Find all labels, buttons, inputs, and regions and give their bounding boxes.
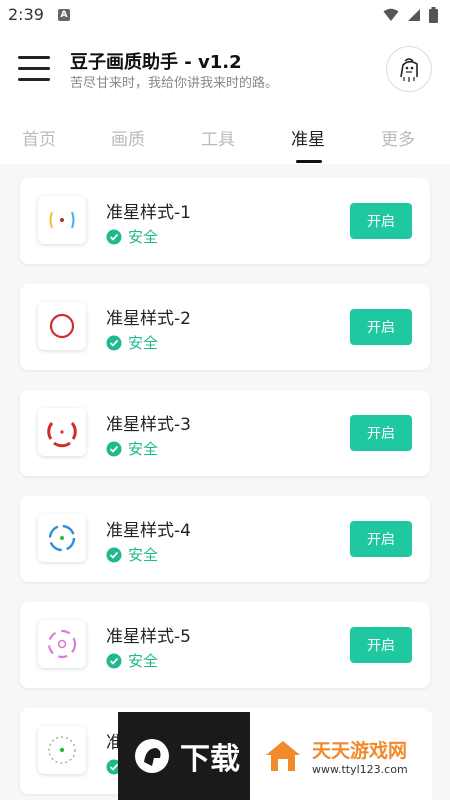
tab-bar: 首页 画质 工具 准星 更多 — [0, 108, 450, 164]
shield-check-icon — [106, 547, 122, 562]
safe-label: 安全 — [128, 546, 159, 564]
safe-badge: 安全 — [106, 332, 158, 353]
crosshair-thumb — [38, 620, 86, 668]
safe-badge: 安全 — [106, 650, 158, 671]
signal-icon — [408, 9, 420, 21]
bracket-crosshair-icon — [49, 211, 75, 229]
list-item: 准星样式-3 安全 开启 — [20, 390, 430, 476]
safe-label: 安全 — [128, 652, 159, 670]
tab-home[interactable]: 首页 — [22, 125, 56, 150]
enable-button[interactable]: 开启 — [350, 203, 412, 239]
crosshair-thumb — [38, 514, 86, 562]
tab-quality[interactable]: 画质 — [111, 125, 145, 150]
safe-badge: 安全 — [106, 438, 158, 459]
tab-indicator — [296, 160, 322, 163]
item-title: 准星样式-5 — [106, 627, 191, 647]
enable-button[interactable]: 开启 — [350, 521, 412, 557]
safe-badge: 安全 — [106, 544, 158, 565]
dotted-ring-crosshair-icon — [48, 736, 76, 764]
house-logo-icon — [266, 741, 300, 771]
bird-logo-icon — [135, 739, 169, 773]
crosshair-list: 准星样式-1 安全 开启 准星样式-2 安全 开启 准星样式-3 安全 开启 准… — [0, 164, 450, 800]
shield-check-icon — [106, 441, 122, 456]
safe-badge: 安全 — [106, 226, 158, 247]
tab-crosshair[interactable]: 准星 — [291, 125, 325, 150]
watermark-right: 天天游戏网 www.ttyl123.com — [250, 712, 432, 800]
list-item: 准星样式-1 安全 开启 — [20, 178, 430, 264]
status-time: 2:39 — [8, 5, 44, 24]
shield-check-icon — [106, 229, 122, 244]
watermark-url: www.ttyl123.com — [312, 763, 408, 776]
dashed-ring-crosshair-icon — [47, 629, 77, 659]
list-item: 准星样式-2 安全 开启 — [20, 284, 430, 370]
arc-crosshair-icon — [47, 422, 77, 448]
enable-button[interactable]: 开启 — [350, 309, 412, 345]
app-subtitle: 苦尽甘来时，我给你讲我来时的路。 — [70, 76, 279, 91]
item-title: 准星样式-2 — [106, 309, 191, 329]
watermark-site-name: 天天游戏网 — [312, 740, 408, 762]
crosshair-thumb — [38, 408, 86, 456]
menu-button[interactable] — [18, 56, 50, 81]
item-title: 准星样式-1 — [106, 203, 191, 223]
enable-button[interactable]: 开启 — [350, 627, 412, 663]
avatar[interactable] — [386, 46, 432, 92]
crosshair-thumb — [38, 196, 86, 244]
menu-icon — [18, 56, 50, 59]
shield-check-icon — [106, 653, 122, 668]
segmented-ring-crosshair-icon — [48, 524, 76, 552]
list-item: 准星样式-4 安全 开启 — [20, 496, 430, 582]
crosshair-thumb — [38, 726, 86, 774]
watermark-site: 天天游戏网 www.ttyl123.com — [312, 736, 408, 776]
ring-crosshair-icon — [49, 313, 75, 339]
watermark-left: 下载 — [118, 712, 250, 800]
item-title: 准星样式-3 — [106, 415, 191, 435]
app-header: 豆子画质助手 - v1.2 苦尽甘来时，我给你讲我来时的路。 — [0, 30, 450, 108]
app-title: 豆子画质助手 - v1.2 — [70, 52, 242, 73]
item-title: 准星样式-4 — [106, 521, 191, 541]
crosshair-thumb — [38, 302, 86, 350]
tab-tools[interactable]: 工具 — [201, 125, 235, 150]
safe-label: 安全 — [128, 228, 159, 246]
status-icons — [383, 7, 438, 23]
status-bar: 2:39 A — [0, 0, 450, 30]
list-item: 准星样式-5 安全 开启 — [20, 602, 430, 688]
tab-more[interactable]: 更多 — [381, 125, 415, 150]
notification-icon: A — [58, 9, 70, 21]
safe-label: 安全 — [128, 334, 159, 352]
enable-button[interactable]: 开启 — [350, 415, 412, 451]
wifi-icon — [383, 8, 399, 21]
shield-check-icon — [106, 335, 122, 350]
battery-icon — [429, 7, 438, 23]
doodle-avatar-icon — [400, 58, 418, 82]
safe-label: 安全 — [128, 440, 159, 458]
watermark-text: 下载 — [180, 742, 240, 777]
